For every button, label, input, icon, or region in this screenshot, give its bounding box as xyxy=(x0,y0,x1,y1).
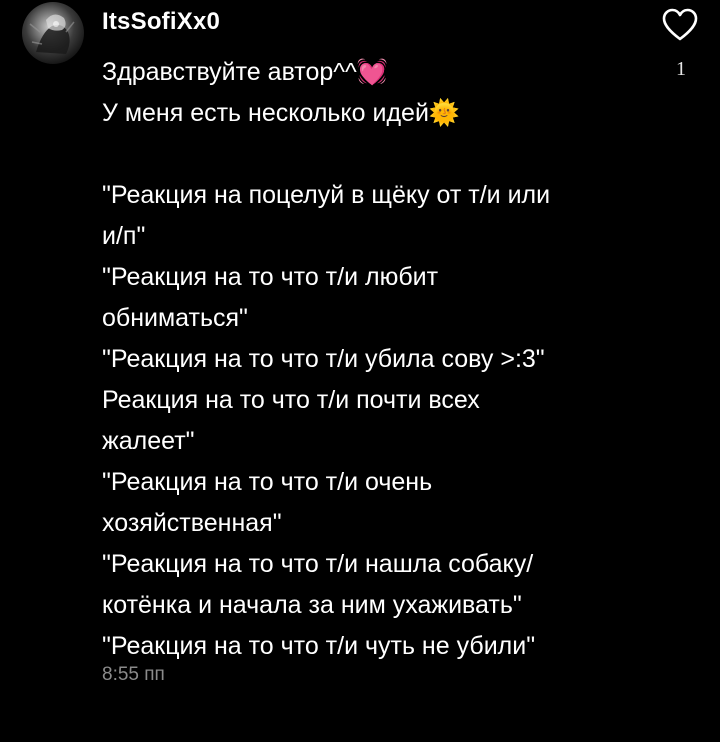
avatar-image xyxy=(29,14,75,54)
comment-item: ItsSofiXx0 Здравствуйте автор^^💓 У меня е… xyxy=(0,0,720,742)
comment-line: Здравствуйте автор^^💓 xyxy=(102,58,388,86)
comment-line: "Реакция на поцелуй в щёку от т/и или xyxy=(102,181,551,209)
author-name[interactable]: ItsSofiXx0 xyxy=(102,8,220,36)
comment-line: "Реакция на то что т/и очень xyxy=(102,468,433,496)
comment-line: котёнка и начала за ним ухаживать" xyxy=(102,591,522,619)
comment-line: хозяйственная" xyxy=(102,509,282,537)
comment-line: "Реакция на то что т/и нашла собаку/ xyxy=(102,550,534,578)
like-count: 1 xyxy=(676,58,686,80)
comment-line xyxy=(102,134,622,175)
comment-timestamp: 8:55 пп xyxy=(102,664,165,685)
comment-line: и/п" xyxy=(102,222,146,250)
comment-line: У меня есть несколько идей🌞 xyxy=(102,99,461,127)
heart-outline-icon xyxy=(662,8,698,41)
comment-line: жалеет" xyxy=(102,427,195,455)
comment-line: Реакция на то что т/и почти всех xyxy=(102,386,480,414)
avatar[interactable] xyxy=(22,2,84,64)
like-button[interactable] xyxy=(662,8,698,42)
comment-body: Здравствуйте автор^^💓 У меня есть несколь… xyxy=(102,52,622,667)
comment-line: "Реакция на то что т/и чуть не убили" xyxy=(102,632,536,660)
comment-line: "Реакция на то что т/и убила сову >:3" xyxy=(102,345,545,373)
comment-line: обниматься" xyxy=(102,304,248,332)
comment-line: "Реакция на то что т/и любит xyxy=(102,263,439,291)
